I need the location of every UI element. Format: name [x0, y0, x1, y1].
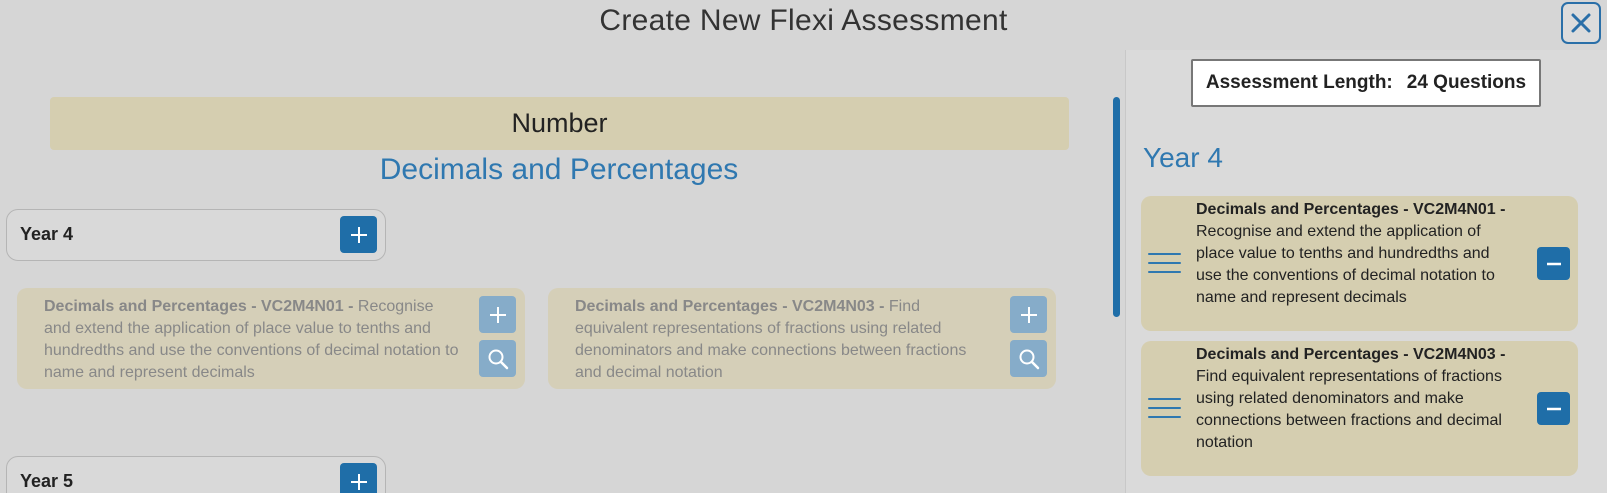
selected-outcome-title: Decimals and Percentages - VC2M4N01 - — [1196, 201, 1506, 218]
selected-outcome-text: Decimals and Percentages - VC2M4N03 - Fi… — [1196, 344, 1506, 454]
assessment-length-label: Assessment Length: — [1205, 72, 1393, 93]
selected-outcome-desc: Find equivalent representations of fract… — [1196, 368, 1502, 451]
minus-icon — [1546, 262, 1561, 265]
outcome-card: Decimals and Percentages - VC2M4N01 - Re… — [17, 288, 525, 389]
drag-handle-icon[interactable] — [1148, 253, 1181, 273]
search-icon — [1019, 349, 1039, 369]
add-year-button[interactable] — [340, 216, 377, 253]
year-label: Year 4 — [20, 224, 74, 244]
outcome-text: Decimals and Percentages - VC2M4N03 - Fi… — [575, 296, 995, 384]
substrand-heading: Decimals and Percentages — [379, 153, 739, 186]
selected-year-heading: Year 4 — [1143, 142, 1223, 173]
scrollbar-thumb[interactable] — [1113, 97, 1120, 317]
search-icon — [488, 349, 508, 369]
drag-handle-icon[interactable] — [1148, 398, 1181, 418]
outcome-card: Decimals and Percentages - VC2M4N03 - Fi… — [548, 288, 1056, 389]
selected-outcome-text: Decimals and Percentages - VC2M4N01 - Re… — [1196, 199, 1506, 309]
selected-outcome-card[interactable]: Decimals and Percentages - VC2M4N03 - Fi… — [1141, 341, 1578, 476]
add-year-button[interactable] — [340, 463, 377, 493]
outcome-text: Decimals and Percentages - VC2M4N01 - Re… — [44, 296, 464, 384]
outcomes-panel: Number Decimals and Percentages Year 4 D… — [0, 50, 1100, 493]
outcome-title: Decimals and Percentages - VC2M4N01 - — [44, 298, 358, 315]
plus-icon — [350, 226, 367, 243]
selected-outcome-card[interactable]: Decimals and Percentages - VC2M4N01 - Re… — [1141, 196, 1578, 331]
plus-icon — [350, 473, 367, 490]
plus-icon — [1020, 306, 1037, 323]
preview-outcome-button[interactable] — [1010, 340, 1047, 377]
strand-heading: Number — [50, 97, 1069, 150]
remove-outcome-button[interactable] — [1537, 392, 1570, 425]
plus-icon — [489, 306, 506, 323]
minus-icon — [1546, 407, 1561, 410]
dialog-title: Create New Flexi Assessment — [599, 4, 1008, 37]
selected-outcome-title: Decimals and Percentages - VC2M4N03 - — [1196, 346, 1506, 363]
add-outcome-button[interactable] — [479, 296, 516, 333]
selected-outcome-desc: Recognise and extend the application of … — [1196, 223, 1495, 306]
assessment-length-box: Assessment Length: 24 Questions — [1191, 59, 1541, 107]
add-outcome-button[interactable] — [1010, 296, 1047, 333]
year-group-year-5: Year 5 — [6, 456, 386, 493]
year-group-year-4: Year 4 — [6, 209, 386, 261]
remove-outcome-button[interactable] — [1537, 247, 1570, 280]
selected-outcomes-panel: Assessment Length: 24 Questions Year 4 D… — [1125, 50, 1607, 493]
year-label: Year 5 — [20, 471, 74, 491]
preview-outcome-button[interactable] — [479, 340, 516, 377]
close-icon — [1571, 13, 1591, 33]
assessment-length-value: 24 Questions — [1406, 72, 1527, 93]
close-button[interactable] — [1561, 2, 1601, 44]
outcome-title: Decimals and Percentages - VC2M4N03 - — [575, 298, 889, 315]
